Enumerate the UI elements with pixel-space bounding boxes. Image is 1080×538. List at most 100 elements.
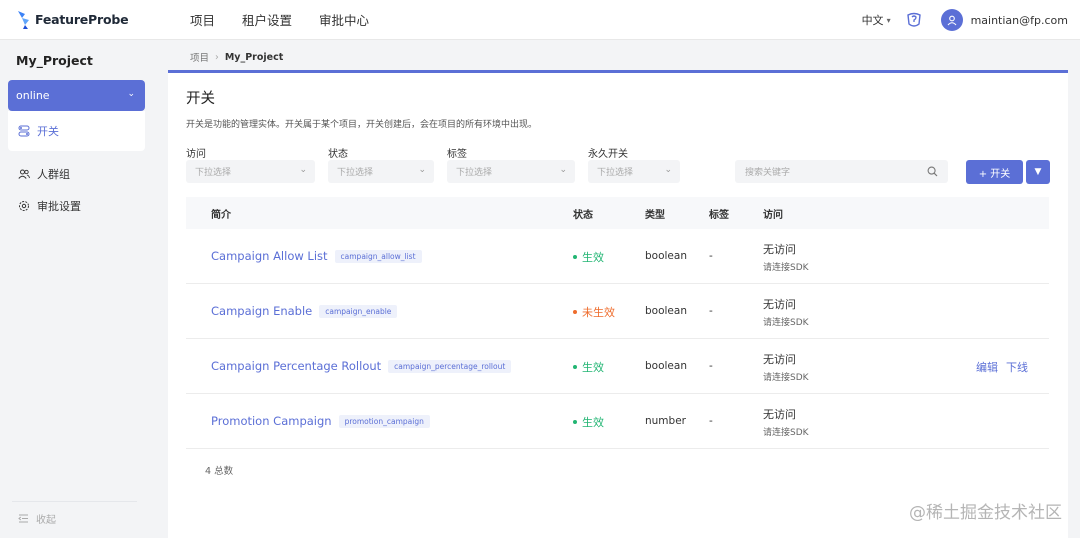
toggle-name-text: Campaign Percentage Rollout xyxy=(211,359,382,373)
nav-approval-center[interactable]: 审批中心 xyxy=(319,10,369,29)
search-icon xyxy=(927,166,938,177)
user-email[interactable]: maintian@fp.com xyxy=(971,14,1068,27)
sidebar: My_Project online ⌄ 开关 人群组 审批设置 收起 xyxy=(0,40,154,538)
tag-cell: - xyxy=(709,360,713,372)
gear-icon xyxy=(19,201,29,211)
sidebar-divider xyxy=(12,501,137,502)
top-nav: 项目 租户设置 审批中心 xyxy=(190,10,396,29)
help-icon[interactable] xyxy=(905,11,923,29)
table-row[interactable]: Campaign Allow List campaign_allow_list … xyxy=(186,229,1049,284)
toggle-name-text: Promotion Campaign xyxy=(211,414,332,428)
toggle-key-badge: campaign_allow_list xyxy=(334,249,422,263)
logo-text: FeatureProbe xyxy=(35,12,129,27)
chevron-down-icon: ▼ xyxy=(1034,167,1042,177)
chevron-down-icon: ⌄ xyxy=(559,165,567,175)
table-header: 简介 状态 类型 标签 访问 xyxy=(186,197,1049,229)
nav-tenant-settings[interactable]: 租户设置 xyxy=(242,10,292,29)
filter-permanent-select[interactable]: 下拉选择 ⌄ xyxy=(588,160,680,183)
toggle-key-badge: campaign_percentage_rollout xyxy=(388,359,512,373)
visit-main: 无访问 xyxy=(763,353,796,366)
visit-sub: 请连接SDK xyxy=(763,373,809,383)
filter-status-select[interactable]: 下拉选择 ⌄ xyxy=(328,160,434,183)
status-text: 未生效 xyxy=(582,306,615,319)
add-toggle-button[interactable]: + 开关 xyxy=(966,160,1023,184)
offline-link[interactable]: 下线 xyxy=(1006,359,1028,375)
type-cell: boolean xyxy=(645,305,687,317)
column-header: 访问 xyxy=(763,210,783,221)
type-cell: boolean xyxy=(645,250,687,262)
top-header: FeatureProbe 项目 租户设置 审批中心 中文 ▾ maintian@… xyxy=(0,0,1080,40)
breadcrumb: 项目 › My_Project xyxy=(190,50,284,65)
search-input[interactable]: 搜索关键字 xyxy=(735,160,948,183)
page-description: 开关是功能的管理实体。开关属于某个项目，开关创建后，会在项目的所有环境中出现。 xyxy=(186,120,538,130)
toggle-name-text: Campaign Allow List xyxy=(211,249,328,263)
toggle-name[interactable]: Promotion Campaign promotion_campaign xyxy=(211,414,430,428)
sidebar-item-toggles[interactable]: 开关 xyxy=(8,111,145,151)
nav-projects[interactable]: 项目 xyxy=(190,10,215,29)
add-toggle-dropdown-button[interactable]: ▼ xyxy=(1026,160,1050,184)
visit-cell: 无访问 请连接SDK xyxy=(763,296,809,328)
filter-visit-select[interactable]: 下拉选择 ⌄ xyxy=(186,160,315,183)
breadcrumb-root[interactable]: 项目 xyxy=(190,50,209,64)
filter-placeholder: 下拉选择 xyxy=(337,168,374,178)
row-actions: 编辑 下线 xyxy=(976,359,1036,375)
toggle-name[interactable]: Campaign Enable campaign_enable xyxy=(211,304,398,318)
user-icon xyxy=(947,15,956,25)
visit-main: 无访问 xyxy=(763,243,796,256)
visit-main: 无访问 xyxy=(763,298,796,311)
visit-cell: 无访问 请连接SDK xyxy=(763,406,809,438)
sidebar-item-label: 审批设置 xyxy=(37,200,81,213)
chevron-right-icon: › xyxy=(215,51,219,63)
table-row[interactable]: Campaign Enable campaign_enable 未生效 bool… xyxy=(186,284,1049,339)
toggle-name[interactable]: Campaign Percentage Rollout campaign_per… xyxy=(211,359,512,373)
filter-label-visit: 访问 xyxy=(186,149,206,160)
type-cell: boolean xyxy=(645,360,687,372)
search-placeholder: 搜索关键字 xyxy=(745,168,791,178)
breadcrumb-current: My_Project xyxy=(224,51,284,63)
total-count: 4 总数 xyxy=(205,466,234,477)
language-selector[interactable]: 中文 ▾ xyxy=(862,12,891,28)
visit-sub: 请连接SDK xyxy=(763,428,809,438)
users-icon xyxy=(18,169,30,179)
collapse-sidebar-button[interactable]: 收起 xyxy=(18,511,56,526)
toggle-key-badge: promotion_campaign xyxy=(338,414,430,428)
filter-placeholder: 下拉选择 xyxy=(597,168,634,178)
environment-label: online xyxy=(16,89,50,102)
filter-tag-select[interactable]: 下拉选择 ⌄ xyxy=(447,160,575,183)
logo[interactable]: FeatureProbe xyxy=(0,10,176,30)
sidebar-item-segments[interactable]: 人群组 xyxy=(18,166,70,182)
chevron-down-icon: ⌄ xyxy=(127,89,135,99)
visit-sub: 请连接SDK xyxy=(763,318,809,328)
column-header: 类型 xyxy=(645,210,665,221)
collapse-icon xyxy=(18,514,28,523)
toggles-card: 开关 开关是功能的管理实体。开关属于某个项目，开关创建后，会在项目的所有环境中出… xyxy=(168,70,1068,538)
column-header: 标签 xyxy=(709,210,729,221)
collapse-label: 收起 xyxy=(36,515,56,526)
status-dot xyxy=(573,310,577,314)
chevron-down-icon: ⌄ xyxy=(664,165,672,175)
type-cell: number xyxy=(645,415,686,427)
page-title: 开关 xyxy=(186,91,215,107)
edit-link[interactable]: 编辑 xyxy=(976,359,998,375)
environment-select[interactable]: online ⌄ xyxy=(8,80,145,111)
column-header: 状态 xyxy=(573,210,593,221)
sidebar-item-approval-settings[interactable]: 审批设置 xyxy=(18,198,81,214)
status-dot xyxy=(573,255,577,259)
filter-label-permanent: 永久开关 xyxy=(588,149,628,160)
visit-main: 无访问 xyxy=(763,408,796,421)
status-text: 生效 xyxy=(582,416,604,429)
toggle-name[interactable]: Campaign Allow List campaign_allow_list xyxy=(211,249,422,263)
sidebar-item-toggles-content: 开关 xyxy=(18,123,59,139)
featureprobe-logo-icon xyxy=(18,10,29,29)
chevron-down-icon: ⌄ xyxy=(418,165,426,175)
table-row[interactable]: Promotion Campaign promotion_campaign 生效… xyxy=(186,394,1049,449)
language-label: 中文 xyxy=(861,14,884,27)
toggle-icon xyxy=(18,125,30,137)
table-row[interactable]: Campaign Percentage Rollout campaign_per… xyxy=(186,339,1049,394)
avatar[interactable] xyxy=(940,9,963,31)
tag-cell: - xyxy=(709,415,713,427)
status-cell: 未生效 xyxy=(573,304,615,320)
toggles-table: 简介 状态 类型 标签 访问 Campaign Allow List campa… xyxy=(186,197,1049,449)
tag-cell: - xyxy=(709,305,713,317)
filter-label-status: 状态 xyxy=(328,149,348,160)
